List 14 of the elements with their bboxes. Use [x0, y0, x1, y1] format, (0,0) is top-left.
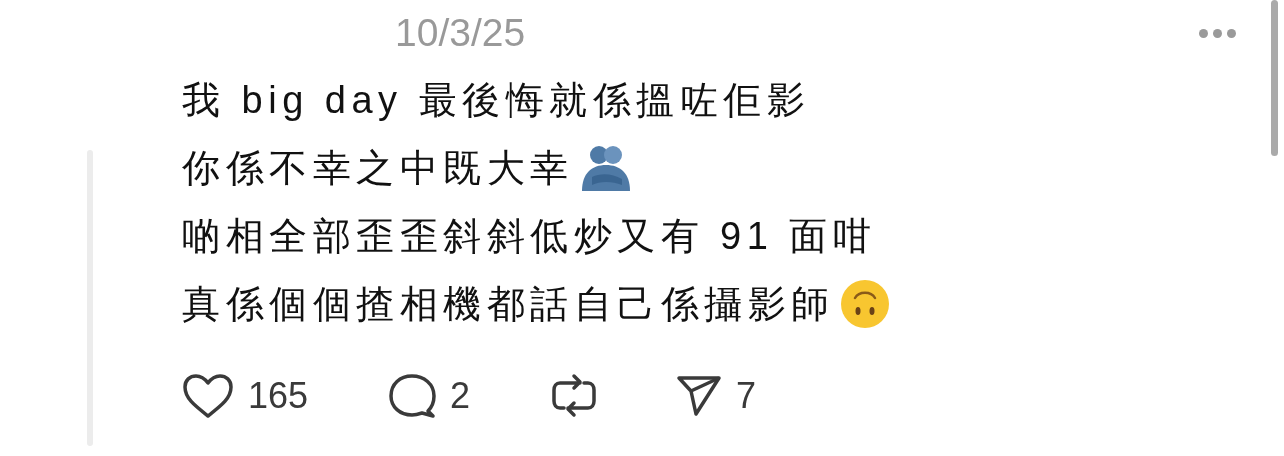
count: 2: [450, 375, 471, 417]
post-text-line: 真係個個揸相機都話自己係攝影師: [182, 281, 835, 327]
heart-icon[interactable]: [182, 373, 234, 419]
post-date: 10/3/25: [395, 11, 527, 55]
upside-down-face-icon: [838, 278, 891, 330]
post-text-line: 你係不幸之中既大幸: [182, 145, 574, 191]
repost-icon[interactable]: [550, 372, 598, 420]
count: 7: [736, 375, 757, 417]
scrollbar[interactable]: [1271, 0, 1278, 156]
count: 165: [248, 375, 309, 417]
speech-bubble-icon[interactable]: [388, 373, 436, 419]
post-text-line: 啲相全部歪歪斜斜低炒又有 91 面咁: [182, 213, 877, 259]
paper-plane-icon[interactable]: [676, 374, 722, 418]
post-text-line: 我 big day 最後悔就係搵咗佢影: [182, 77, 811, 123]
